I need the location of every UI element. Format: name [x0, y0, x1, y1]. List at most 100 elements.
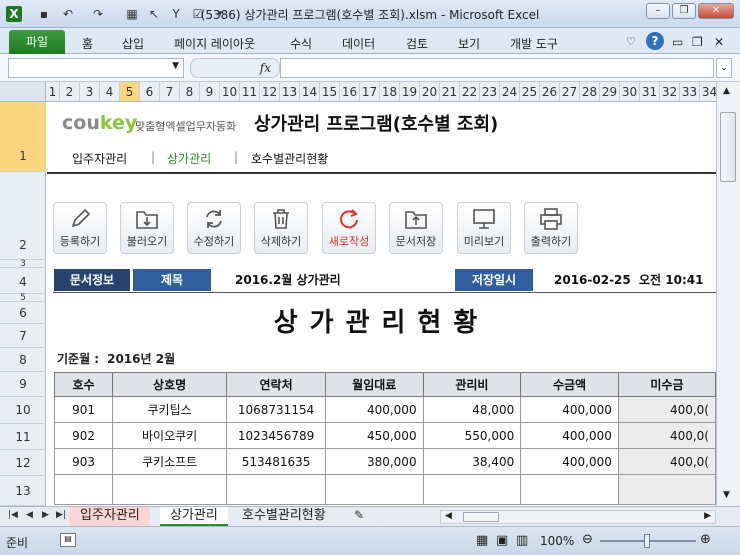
- sheet-tab-tenant[interactable]: 입주자관리: [70, 507, 150, 526]
- column-header-12[interactable]: 12: [260, 82, 280, 101]
- nav-unit-status[interactable]: 호수별관리현황: [251, 150, 328, 167]
- column-header-25[interactable]: 25: [520, 82, 540, 101]
- row-header-8[interactable]: 8: [0, 348, 46, 372]
- column-header-28[interactable]: 28: [580, 82, 600, 101]
- row-header-12[interactable]: 12: [0, 450, 46, 476]
- save-doc-button[interactable]: 문서저장: [389, 202, 443, 254]
- tab-home[interactable]: 홈: [82, 35, 93, 52]
- row-header-13[interactable]: 13: [0, 476, 46, 506]
- column-header-3[interactable]: 3: [80, 82, 100, 101]
- column-header-30[interactable]: 30: [620, 82, 640, 101]
- tab-insert[interactable]: 삽입: [122, 35, 144, 52]
- cell-mgmt-fee[interactable]: 48,000: [422, 396, 522, 423]
- sheet-tab-store[interactable]: 상가관리: [160, 507, 228, 526]
- expand-formula-icon[interactable]: ⌄: [716, 58, 732, 78]
- cell-contact[interactable]: 1023456789: [226, 422, 326, 449]
- restore-button[interactable]: ❐: [672, 3, 696, 19]
- cell-unit[interactable]: 903: [53, 448, 114, 475]
- delete-button[interactable]: 삭제하기: [254, 202, 308, 254]
- column-header-14[interactable]: 14: [300, 82, 320, 101]
- cell-unit[interactable]: 901: [53, 396, 114, 423]
- cell-store-name[interactable]: 바이오쿠키: [112, 422, 228, 449]
- new-button[interactable]: 새로작성: [322, 202, 376, 254]
- sheet-tab-unit-status[interactable]: 호수별관리현황: [232, 507, 336, 526]
- column-header-32[interactable]: 32: [660, 82, 680, 101]
- zoom-slider-thumb[interactable]: [644, 534, 650, 548]
- cell-unpaid[interactable]: 400,0(: [617, 422, 716, 449]
- prev-sheet-icon[interactable]: ◀: [26, 510, 33, 520]
- row-header-1[interactable]: 1: [0, 102, 46, 172]
- column-header-26[interactable]: 26: [540, 82, 560, 101]
- column-header-9[interactable]: 9: [200, 82, 220, 101]
- cell-rent[interactable]: 450,000: [324, 422, 424, 449]
- page-layout-view-icon[interactable]: ▣: [496, 533, 508, 548]
- cell-collected[interactable]: 400,000: [520, 448, 619, 475]
- preview-button[interactable]: 미리보기: [457, 202, 511, 254]
- column-header-11[interactable]: 11: [240, 82, 260, 101]
- load-button[interactable]: 불러오기: [120, 202, 174, 254]
- row-header-11[interactable]: 11: [0, 424, 46, 450]
- tab-developer[interactable]: 개발 도구: [510, 35, 558, 52]
- cell-unpaid[interactable]: [617, 474, 716, 505]
- name-box[interactable]: ▼: [8, 58, 184, 78]
- column-header-33[interactable]: 33: [680, 82, 700, 101]
- column-header-22[interactable]: 22: [460, 82, 480, 101]
- cell-store-name[interactable]: [112, 474, 228, 505]
- doc-minimize-icon[interactable]: ▭: [672, 35, 683, 49]
- col-collected[interactable]: 수금액: [520, 372, 619, 397]
- cell-contact[interactable]: 513481635: [226, 448, 326, 475]
- horizontal-scroll-thumb[interactable]: [463, 512, 499, 522]
- cell-unit[interactable]: [53, 474, 114, 505]
- column-header-27[interactable]: 27: [560, 82, 580, 101]
- horizontal-scrollbar[interactable]: ◀ ▶: [440, 510, 716, 524]
- column-header-34[interactable]: 34: [700, 82, 716, 101]
- tab-view[interactable]: 보기: [458, 35, 480, 52]
- select-all-corner[interactable]: [0, 82, 46, 101]
- col-store-name[interactable]: 상호명: [112, 372, 228, 397]
- row-header-3[interactable]: 3: [0, 260, 46, 269]
- nav-store[interactable]: 상가관리: [167, 150, 211, 167]
- cell-rent[interactable]: 380,000: [324, 448, 424, 475]
- formula-input[interactable]: [280, 58, 714, 78]
- zoom-slider[interactable]: [600, 534, 696, 548]
- cell-unpaid[interactable]: 400,0(: [617, 448, 716, 475]
- tab-page-layout[interactable]: 페이지 레이아웃: [174, 35, 255, 52]
- col-rent[interactable]: 월임대료: [324, 372, 424, 397]
- column-header-20[interactable]: 20: [420, 82, 440, 101]
- column-header-8[interactable]: 8: [180, 82, 200, 101]
- row-header-2[interactable]: 2: [0, 172, 46, 260]
- page-break-view-icon[interactable]: ▥: [516, 533, 528, 548]
- cell-store-name[interactable]: 쿠키소프트: [112, 448, 228, 475]
- help-icon[interactable]: ?: [646, 32, 664, 50]
- column-header-6[interactable]: 6: [140, 82, 160, 101]
- zoom-out-icon[interactable]: ⊖: [582, 532, 593, 547]
- doc-close-icon[interactable]: ✕: [714, 35, 724, 49]
- zoom-level[interactable]: 100%: [540, 534, 574, 548]
- next-sheet-icon[interactable]: ▶: [42, 510, 49, 520]
- cell-mgmt-fee[interactable]: 550,000: [422, 422, 522, 449]
- column-header-17[interactable]: 17: [360, 82, 380, 101]
- row-header-10[interactable]: 10: [0, 397, 46, 424]
- subject-value[interactable]: 2016.2월 상가관리: [235, 269, 341, 291]
- chevron-down-icon[interactable]: ▼: [172, 61, 179, 71]
- tab-formulas[interactable]: 수식: [290, 35, 312, 52]
- column-header-10[interactable]: 10: [220, 82, 240, 101]
- normal-view-icon[interactable]: ▦: [476, 533, 488, 548]
- column-header-24[interactable]: 24: [500, 82, 520, 101]
- cell-rent[interactable]: [324, 474, 424, 505]
- last-sheet-icon[interactable]: ▶|: [56, 510, 66, 520]
- tab-file[interactable]: 파일: [9, 30, 65, 54]
- row-header-6[interactable]: 6: [0, 302, 46, 324]
- first-sheet-icon[interactable]: |◀: [8, 510, 18, 520]
- column-header-18[interactable]: 18: [380, 82, 400, 101]
- row-header-5[interactable]: 5: [0, 294, 46, 303]
- row-header-4[interactable]: 4: [0, 268, 46, 294]
- column-header-29[interactable]: 29: [600, 82, 620, 101]
- vertical-scroll-thumb[interactable]: [720, 112, 736, 182]
- new-sheet-icon[interactable]: ✎: [354, 508, 364, 522]
- column-header-21[interactable]: 21: [440, 82, 460, 101]
- col-unpaid[interactable]: 미수금: [617, 372, 716, 397]
- column-header-2[interactable]: 2: [60, 82, 80, 101]
- column-header-1[interactable]: 1: [46, 82, 60, 101]
- tab-data[interactable]: 데이터: [342, 35, 375, 52]
